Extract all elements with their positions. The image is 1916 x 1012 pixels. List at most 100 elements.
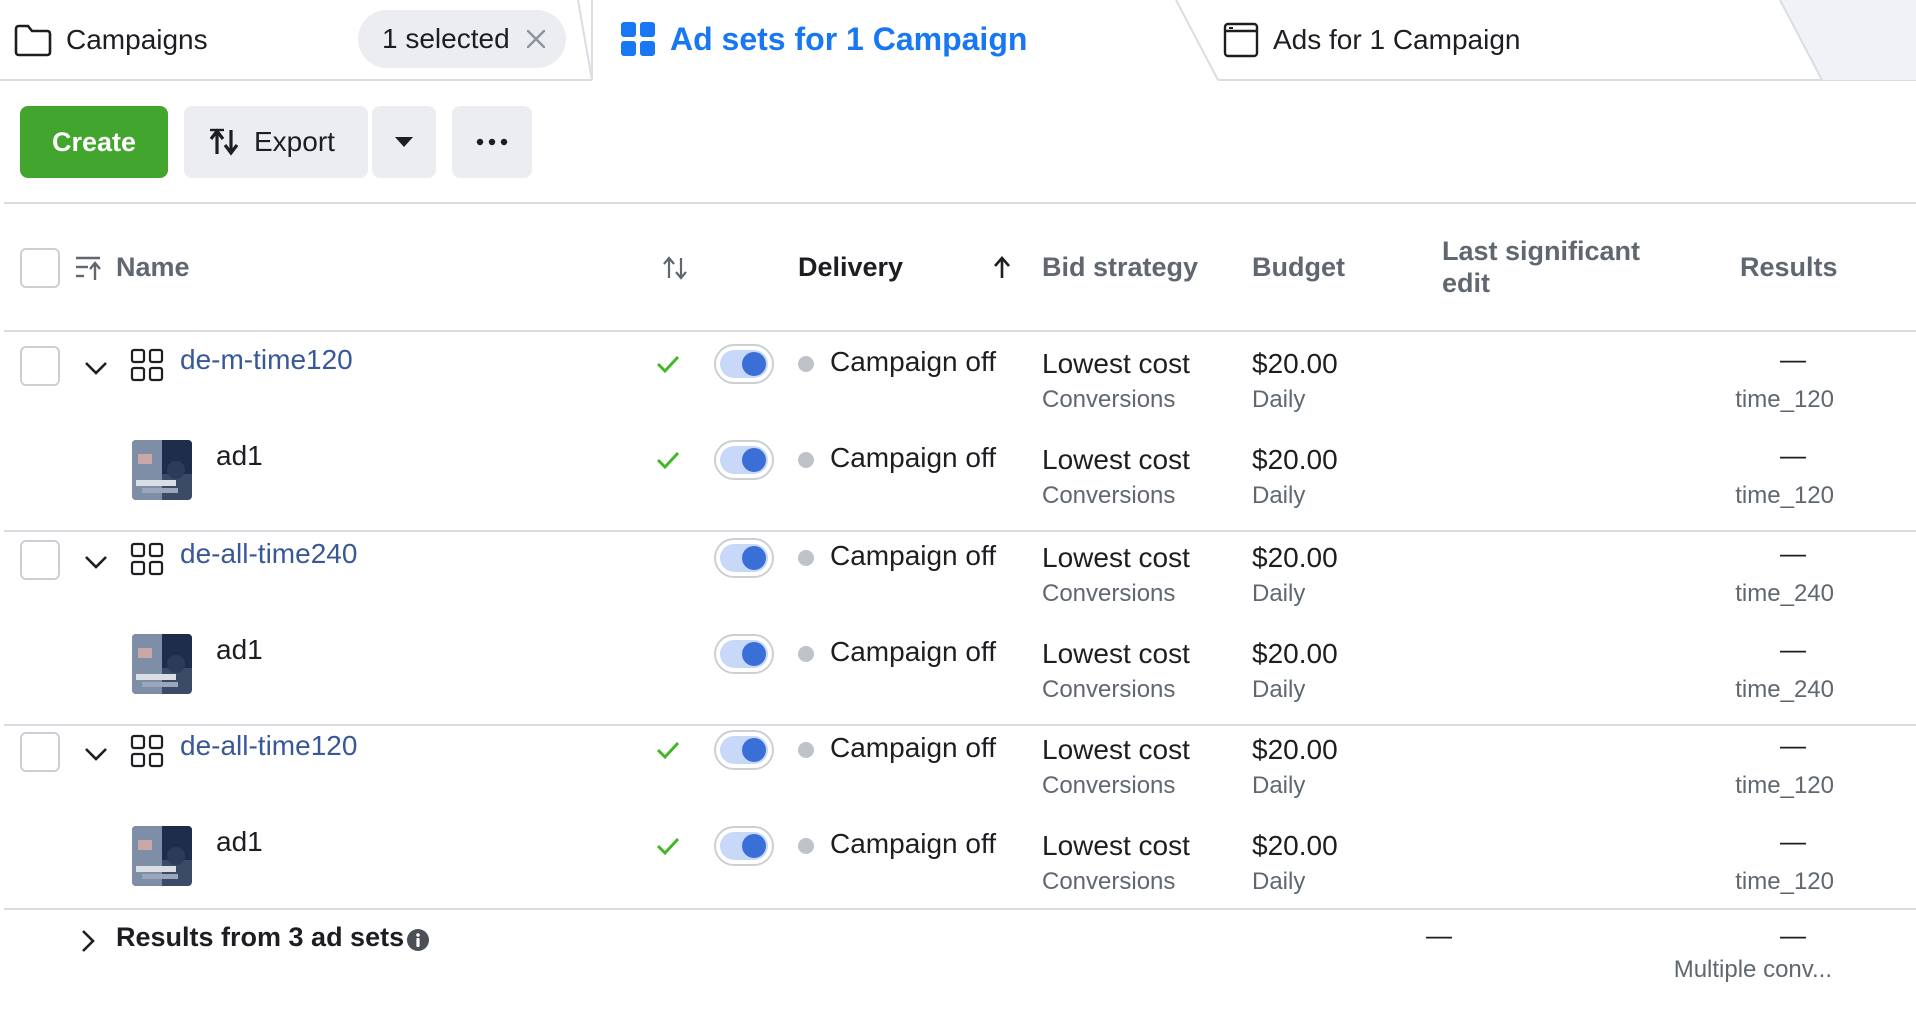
on-off-toggle[interactable]	[714, 440, 774, 480]
group-divider	[4, 724, 1916, 726]
ad-row[interactable]: ad1 Campaign off Lowest cost Conversions $20…	[0, 826, 1916, 916]
on-off-toggle[interactable]	[714, 826, 774, 866]
tab-ads[interactable]: Ads for 1 Campaign	[1223, 20, 1520, 60]
delivery-status: Campaign off	[830, 442, 997, 473]
create-button[interactable]: Create	[20, 106, 168, 178]
footer-result-subtitle: Multiple conv...	[1673, 956, 1832, 983]
info-icon[interactable]	[406, 928, 430, 952]
result-subtitle: time_120	[1735, 482, 1834, 509]
export-button-label: Export	[254, 126, 335, 157]
ad-row[interactable]: ad1 Campaign off Lowest cost Conversions $20…	[0, 634, 1916, 724]
budget-subtitle: Daily	[1252, 772, 1306, 799]
result-subtitle: time_240	[1735, 676, 1834, 703]
chevron-down-icon[interactable]	[82, 354, 110, 382]
select-all-checkbox[interactable]	[20, 248, 60, 288]
ad-set-name-link[interactable]: de-all-time120	[180, 730, 357, 762]
column-header-results[interactable]: Results	[1740, 252, 1838, 283]
delivery-status-dot	[798, 356, 814, 372]
delivery-status: Campaign off	[830, 346, 997, 377]
tab-bar: Campaigns 1 selected Ad sets for 1 Campa…	[0, 0, 1916, 82]
tab-ads-label: Ads for 1 Campaign	[1273, 24, 1521, 55]
result-subtitle: time_120	[1735, 772, 1834, 799]
footer-divider	[4, 908, 1916, 910]
result-subtitle: time_240	[1735, 580, 1834, 607]
export-icon	[209, 128, 239, 156]
budget-value[interactable]: $20.00	[1252, 830, 1338, 862]
budget-value[interactable]: $20.00	[1252, 444, 1338, 476]
column-header-last-edit-line1[interactable]: Last significant	[1442, 236, 1640, 267]
sort-columns-icon[interactable]	[74, 254, 102, 282]
sort-ascending-icon[interactable]	[990, 256, 1014, 280]
chevron-right-icon[interactable]	[78, 928, 98, 954]
result-value: —	[1780, 730, 1806, 760]
ad-set-row[interactable]: de-m-time120 Campaign off Lowest cost Conve…	[0, 344, 1916, 434]
row-checkbox[interactable]	[20, 732, 60, 772]
ad-set-name-link[interactable]: de-m-time120	[180, 344, 353, 376]
delivery-status-dot	[798, 550, 814, 566]
delivery-status-dot	[798, 646, 814, 662]
more-options-button[interactable]	[452, 106, 532, 178]
ad-thumbnail[interactable]	[132, 440, 192, 500]
delivery-status: Campaign off	[830, 828, 997, 859]
budget-subtitle: Daily	[1252, 386, 1306, 413]
ad-set-name-link[interactable]: de-all-time240	[180, 538, 357, 570]
on-off-toggle[interactable]	[714, 634, 774, 674]
tab-ad-sets-label: Ad sets for 1 Campaign	[670, 20, 1028, 57]
selected-filter-pill[interactable]: 1 selected	[358, 10, 566, 68]
on-off-toggle[interactable]	[714, 538, 774, 578]
bid-strategy-value: Lowest cost	[1042, 830, 1190, 861]
ad-name[interactable]: ad1	[216, 440, 263, 472]
budget-subtitle: Daily	[1252, 580, 1306, 607]
bid-strategy-subtitle: Conversions	[1042, 772, 1176, 799]
checkmark-icon	[656, 837, 680, 856]
result-value: —	[1780, 634, 1806, 664]
budget-value[interactable]: $20.00	[1252, 638, 1338, 670]
group-divider	[4, 530, 1916, 532]
footer-result-value: —	[1780, 920, 1806, 950]
ad-set-row[interactable]: de-all-time240 Campaign off Lowest cost Con…	[0, 538, 1916, 628]
on-off-toggle[interactable]	[714, 730, 774, 770]
result-subtitle: time_120	[1735, 868, 1834, 895]
column-header-delivery[interactable]: Delivery	[798, 252, 903, 283]
bid-strategy-subtitle: Conversions	[1042, 482, 1176, 509]
budget-value[interactable]: $20.00	[1252, 348, 1338, 380]
budget-subtitle: Daily	[1252, 868, 1306, 895]
ad-name[interactable]: ad1	[216, 826, 263, 858]
caret-down-icon	[395, 137, 413, 147]
export-dropdown-button[interactable]	[372, 106, 436, 178]
budget-subtitle: Daily	[1252, 676, 1306, 703]
ellipsis-icon	[476, 138, 508, 146]
column-header-bid-strategy[interactable]: Bid strategy	[1042, 252, 1198, 283]
ad-thumbnail[interactable]	[132, 826, 192, 886]
chevron-down-icon[interactable]	[82, 548, 110, 576]
row-checkbox[interactable]	[20, 346, 60, 386]
column-header-last-edit-line2[interactable]: edit	[1442, 268, 1490, 299]
ad-sets-grid-icon	[621, 22, 655, 56]
row-checkbox[interactable]	[20, 540, 60, 580]
bid-strategy-value: Lowest cost	[1042, 734, 1190, 765]
on-off-toggle[interactable]	[714, 344, 774, 384]
ad-name[interactable]: ad1	[216, 634, 263, 666]
bid-strategy-subtitle: Conversions	[1042, 386, 1176, 413]
chevron-down-icon[interactable]	[82, 740, 110, 768]
budget-value[interactable]: $20.00	[1252, 542, 1338, 574]
ad-set-row[interactable]: de-all-time120 Campaign off Lowest cost Con…	[0, 730, 1916, 820]
result-subtitle: time_120	[1735, 386, 1834, 413]
export-button[interactable]: Export	[184, 106, 368, 178]
ad-row[interactable]: ad1 Campaign off Lowest cost Conversions $20…	[0, 440, 1916, 530]
tab-campaigns[interactable]: Campaigns	[14, 20, 208, 60]
tab-ad-sets[interactable]: Ad sets for 1 Campaign	[620, 18, 1027, 60]
checkmark-icon	[656, 741, 680, 760]
bid-strategy-value: Lowest cost	[1042, 542, 1190, 573]
ad-thumbnail[interactable]	[132, 634, 192, 694]
budget-value[interactable]: $20.00	[1252, 734, 1338, 766]
result-value: —	[1780, 344, 1806, 374]
ad-set-icon	[130, 734, 164, 768]
column-header-budget[interactable]: Budget	[1252, 252, 1345, 283]
sort-toggle-icon[interactable]	[662, 256, 688, 280]
ad-window-icon	[1223, 22, 1259, 58]
delivery-status: Campaign off	[830, 636, 997, 667]
result-value: —	[1780, 826, 1806, 856]
column-header-name[interactable]: Name	[116, 252, 190, 283]
clear-selection-icon[interactable]	[524, 27, 548, 51]
